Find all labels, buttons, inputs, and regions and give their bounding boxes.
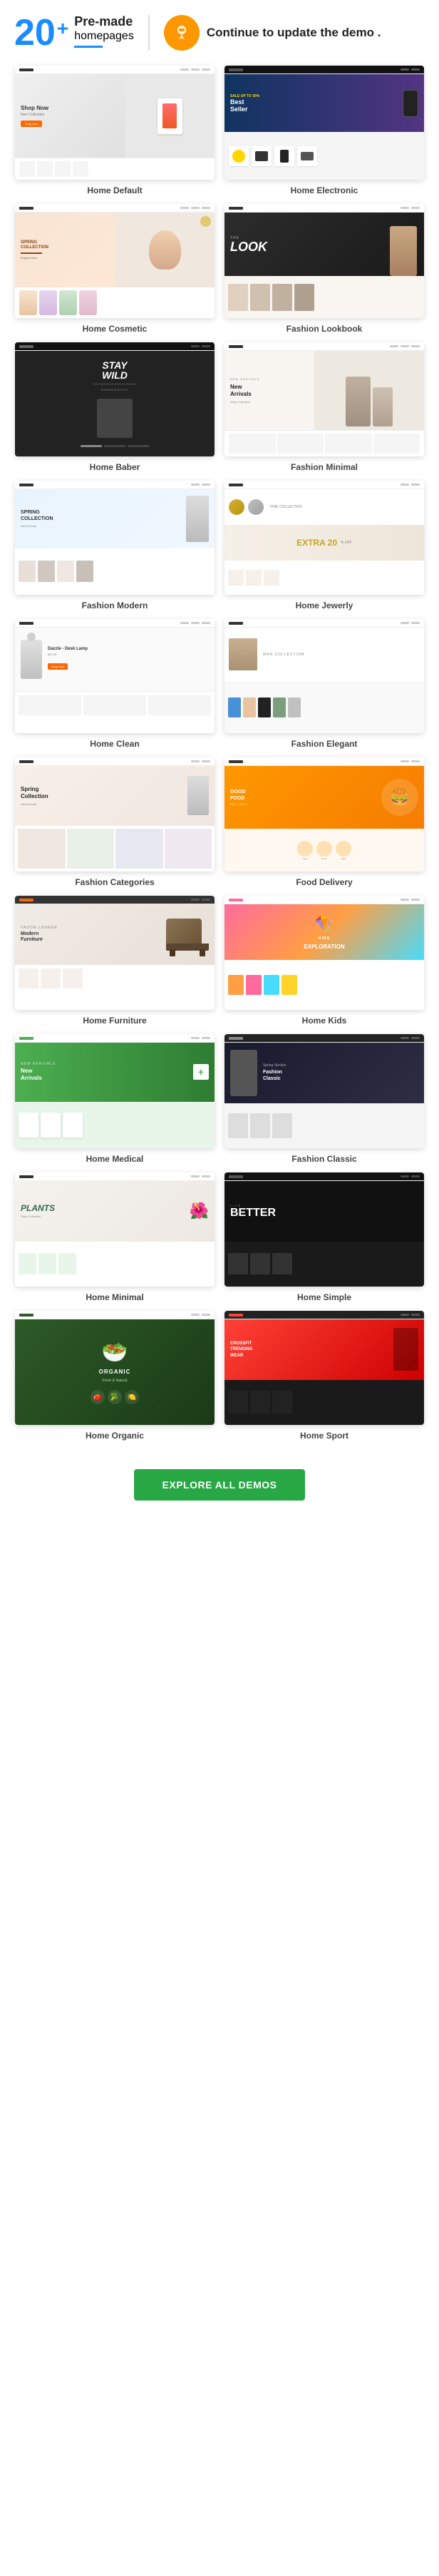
demo-thumb-home-minimal[interactable]: PLANTS Shop Collection 🌺 [15,1172,215,1287]
demo-label-home-medical: Home Medical [86,1154,144,1164]
blue-underline-decoration [74,46,103,48]
demo-item-food-delivery[interactable]: GOOD FOOD BUY 1 GET 1 🍔 Fast Fresh Tasty… [220,757,428,887]
header-divider [148,15,150,51]
demo-label-home-jewelry: Home Jewerly [296,600,353,610]
count-number: 20 + [14,14,68,51]
demo-thumb-food-delivery[interactable]: GOOD FOOD BUY 1 GET 1 🍔 Fast Fresh Tasty [224,757,424,872]
header-right: Continue to update the demo . [164,15,381,51]
demo-label-fashion-categories: Fashion Categories [75,877,154,887]
demo-label-home-default: Home Default [87,185,142,195]
demo-thumb-home-medical[interactable]: NEW ARRIVALS NewArrivals + [15,1034,215,1148]
demo-item-home-jewelry[interactable]: FINE COLLECTION EXTRA 20 % OFF Home Jewe… [220,481,428,610]
demo-label-home-clean: Home Clean [90,739,139,749]
demo-label-home-baber: Home Baber [90,462,140,472]
demo-thumb-fashion-elegant[interactable]: MAN COLLECTION [224,619,424,733]
demo-thumb-home-sport[interactable]: CROSSFITTRENDINGWEAR [224,1311,424,1425]
demo-label-home-sport: Home Sport [300,1431,348,1441]
demo-thumb-fashion-modern[interactable]: SPRINGCOLLECTION New Arrivals [15,481,215,595]
demo-item-home-electronic[interactable]: SALE UP TO 30% Best Seller Home Elec [220,66,428,195]
demo-label-fashion-modern: Fashion Modern [82,600,148,610]
demo-thumb-home-jewelry[interactable]: FINE COLLECTION EXTRA 20 % OFF [224,481,424,595]
premade-text: Pre-made homepages [74,14,134,48]
demos-grid: Shop Now New Collection Shop Now [0,58,439,1455]
demo-thumb-fashion-minimal[interactable]: NEW ARRIVALS NewArrivals Shop Collection [224,342,424,456]
demo-item-home-cosmetic[interactable]: SPRINGCOLLECTION Explore Now [11,204,219,334]
demo-thumb-home-electronic[interactable]: SALE UP TO 30% Best Seller [224,66,424,180]
demo-label-home-simple: Home Simple [297,1292,351,1302]
demo-item-home-clean[interactable]: Dazzle - Desk Lamp $49.99 Shop Now Home … [11,619,219,749]
demo-label-home-furniture: Home Furniture [83,1016,146,1026]
demo-item-home-baber[interactable]: StayWild BARBERSHOP Home Baber [11,342,219,472]
demo-label-fashion-lookbook: Fashion Lookbook [286,324,363,334]
demo-label-home-electronic: Home Electronic [291,185,358,195]
demo-thumb-fashion-lookbook[interactable]: THE LOOK [224,204,424,318]
demo-thumb-home-furniture[interactable]: TAOON LOUNGE ModernFurniture [15,896,215,1010]
demo-thumb-home-kids[interactable]: 🪁 KIDS EXPLORATION [224,896,424,1010]
demo-item-home-kids[interactable]: 🪁 KIDS EXPLORATION Home Kids [220,896,428,1026]
demo-item-home-default[interactable]: Shop Now New Collection Shop Now [11,66,219,195]
demo-item-fashion-classic[interactable]: Spring Section FashionClassic Fashion Cl… [220,1034,428,1164]
demo-thumb-home-cosmetic[interactable]: SPRINGCOLLECTION Explore Now [15,204,215,318]
demo-label-fashion-elegant: Fashion Elegant [291,739,358,749]
demo-item-fashion-elegant[interactable]: MAN COLLECTION Fashion Elegant [220,619,428,749]
explore-all-demos-button[interactable]: EXPLORE ALL DEMOS [134,1469,306,1501]
explore-btn-container: EXPLORE ALL DEMOS [0,1455,439,1515]
demo-thumb-home-organic[interactable]: 🥗 ORGANIC Fresh & Natural 🍅 🥦 🍋 [15,1311,215,1425]
demo-item-fashion-categories[interactable]: SpringCollection New Arrivals Fashion Ca… [11,757,219,887]
demo-thumb-home-simple[interactable]: LIFE BETTER [224,1172,424,1287]
demo-item-home-simple[interactable]: LIFE BETTER Home Simple [220,1172,428,1302]
demo-thumb-home-default[interactable]: Shop Now New Collection Shop Now [15,66,215,180]
demo-item-home-minimal[interactable]: PLANTS Shop Collection 🌺 Home Minimal [11,1172,219,1302]
demo-label-fashion-classic: Fashion Classic [291,1154,356,1164]
header: 20 + Pre-made homepages Continue to upda… [0,0,439,58]
demo-item-fashion-lookbook[interactable]: THE LOOK Fashion Lookbook [220,204,428,334]
header-left: 20 + Pre-made homepages [14,14,134,51]
demo-label-home-minimal: Home Minimal [86,1292,143,1302]
demo-label-food-delivery: Food Delivery [296,877,352,887]
demo-item-fashion-modern[interactable]: SPRINGCOLLECTION New Arrivals Fashion Mo… [11,481,219,610]
demo-item-home-organic[interactable]: 🥗 ORGANIC Fresh & Natural 🍅 🥦 🍋 Home Org… [11,1311,219,1441]
demo-item-home-furniture[interactable]: TAOON LOUNGE ModernFurniture [11,896,219,1026]
demo-label-home-cosmetic: Home Cosmetic [83,324,148,334]
update-icon [164,15,200,51]
demo-thumb-home-baber[interactable]: StayWild BARBERSHOP [15,342,215,456]
demo-thumb-fashion-classic[interactable]: Spring Section FashionClassic [224,1034,424,1148]
demo-label-home-organic: Home Organic [86,1431,144,1441]
demo-label-home-kids: Home Kids [302,1016,347,1026]
demo-item-home-sport[interactable]: CROSSFITTRENDINGWEAR Home Sport [220,1311,428,1441]
demo-thumb-home-clean[interactable]: Dazzle - Desk Lamp $49.99 Shop Now [15,619,215,733]
demo-label-fashion-minimal: Fashion Minimal [291,462,358,472]
demo-item-home-medical[interactable]: NEW ARRIVALS NewArrivals + Home Medical [11,1034,219,1164]
demo-thumb-fashion-categories[interactable]: SpringCollection New Arrivals [15,757,215,872]
demo-item-fashion-minimal[interactable]: NEW ARRIVALS NewArrivals Shop Collection [220,342,428,472]
